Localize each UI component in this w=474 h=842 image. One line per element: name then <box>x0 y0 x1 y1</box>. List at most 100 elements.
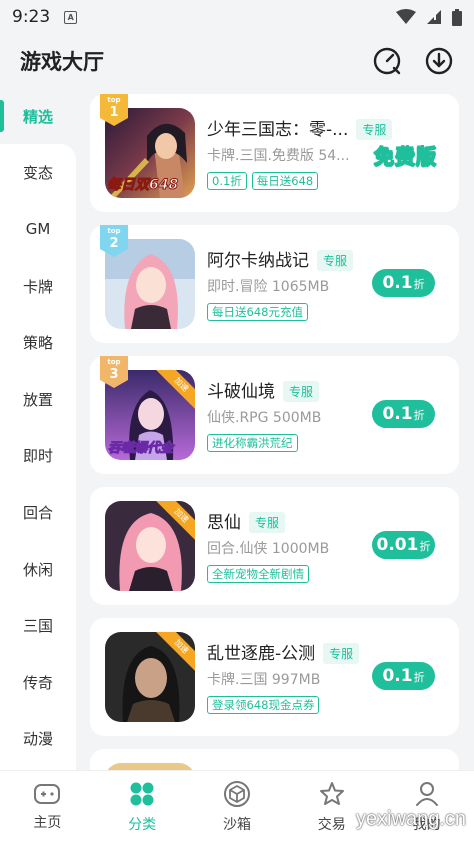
sidebar-item-label: 回合 <box>22 503 53 522</box>
sidebar-item-modded[interactable]: 变态 <box>0 145 76 202</box>
speed-search-icon[interactable] <box>372 46 402 76</box>
star-icon <box>319 781 344 805</box>
status-bar: 9:23 A <box>0 0 474 34</box>
rank-number: 1 <box>109 105 119 120</box>
discount-value: 0.1 <box>382 273 413 293</box>
rank-top-label: top <box>107 96 121 104</box>
sidebar-item-gm[interactable]: GM <box>0 201 76 258</box>
game-title[interactable]: 少年三国志：零-... 专服 <box>207 115 393 141</box>
game-tags: 登录领648现金点券 <box>207 696 320 714</box>
game-card[interactable]: 每日双648 top 1 少年三国志：零-... 专服 卡牌.三国.免费版 54.… <box>90 94 459 212</box>
discount-value: 0.01 <box>376 535 419 555</box>
notification-a-icon: A <box>64 10 78 24</box>
sidebar-item-casual[interactable]: 休闲 <box>0 541 76 598</box>
game-card[interactable]: 吞噬爆代金 加速 top 3 斗破仙境 专服 仙侠.RPG 500MB 进化称霸洪… <box>90 356 459 474</box>
game-tags: 全新宠物全新剧情 <box>207 565 309 583</box>
game-title-text: 少年三国志：零-... <box>207 120 349 140</box>
battery-icon <box>452 8 462 26</box>
game-card[interactable] <box>90 749 459 770</box>
game-cover[interactable]: 加速 <box>105 632 195 722</box>
game-title[interactable]: 思仙 专服 <box>207 508 286 534</box>
game-tags: 每日送648元充值 <box>207 303 308 321</box>
sidebar-item-label: GM <box>25 220 51 239</box>
sidebar-item-idle[interactable]: 放置 <box>0 371 76 428</box>
sidebar-item-three-kingdoms[interactable]: 三国 <box>0 597 76 654</box>
sidebar-item-label: 动漫 <box>22 730 53 749</box>
download-icon[interactable] <box>424 46 454 76</box>
game-title-text: 阿尔卡纳战记 <box>207 251 309 271</box>
sidebar-item-featured[interactable]: 精选 <box>0 88 76 145</box>
game-cover[interactable] <box>105 763 195 770</box>
game-cover[interactable]: 加速 <box>105 501 195 591</box>
discount-unit: 折 <box>413 409 425 422</box>
game-meta: 卡牌.三国 997MB <box>207 672 321 688</box>
game-tags: 进化称霸洪荒纪 <box>207 434 298 452</box>
sidebar-item-realtime[interactable]: 即时 <box>0 428 76 485</box>
server-badge: 专服 <box>249 511 286 533</box>
game-tag: 每日送648元充值 <box>207 303 308 321</box>
game-title-text: 斗破仙境 <box>207 382 275 402</box>
game-meta: 即时.冒险 1065MB <box>207 279 330 295</box>
nav-sandbox[interactable]: 沙箱 <box>190 771 285 842</box>
game-tags: 0.1折 每日送648 <box>207 172 319 190</box>
nav-label: 沙箱 <box>222 816 251 833</box>
wifi-icon <box>396 9 416 24</box>
game-title[interactable]: 阿尔卡纳战记 专服 <box>207 246 354 272</box>
sidebar-item-strategy[interactable]: 策略 <box>0 314 76 371</box>
game-tag: 每日送648 <box>251 172 319 190</box>
discount-button[interactable]: 0.1 折 <box>372 400 435 428</box>
discount-unit: 折 <box>413 671 425 684</box>
game-card[interactable]: 加速 乱世逐鹿-公测 专服 卡牌.三国 997MB 登录领648现金点券 0.1 折 <box>90 618 459 736</box>
server-badge: 专服 <box>317 249 354 271</box>
discount-button[interactable]: 0.01 折 <box>372 531 435 559</box>
signal-icon <box>427 10 441 24</box>
server-badge: 专服 <box>323 642 360 664</box>
watermark: yexiwang.cn <box>355 808 466 830</box>
header: 游戏大厅 <box>0 34 474 88</box>
game-tag: 进化称霸洪荒纪 <box>207 434 298 452</box>
sidebar-item-label: 变态 <box>22 164 53 183</box>
game-title[interactable]: 乱世逐鹿-公测 专服 <box>207 639 360 665</box>
sidebar-item-label: 即时 <box>22 447 53 466</box>
category-icon <box>130 782 154 805</box>
free-version-button[interactable]: 免费版 <box>373 140 437 169</box>
sidebar-item-label: 传奇 <box>22 673 53 692</box>
discount-button[interactable]: 0.1 折 <box>372 269 435 297</box>
sidebar-item-label: 休闲 <box>22 560 53 579</box>
server-badge: 专服 <box>356 118 393 140</box>
user-icon <box>415 781 438 806</box>
cover-promo-text: 吞噬爆代金 <box>107 441 174 457</box>
sidebar-item-label: 策略 <box>22 334 53 353</box>
game-list[interactable]: 每日双648 top 1 少年三国志：零-... 专服 卡牌.三国.免费版 54.… <box>90 94 460 770</box>
status-icons <box>396 8 462 26</box>
game-meta: 卡牌.三国.免费版 54... <box>207 148 350 164</box>
nav-label: 分类 <box>128 816 157 833</box>
category-sidebar: 精选 变态 GM 卡牌 策略 放置 即时 回合 休闲 三国 传奇 动漫 <box>0 88 76 770</box>
sidebar-item-legend[interactable]: 传奇 <box>0 654 76 711</box>
status-time: 9:23 <box>12 7 51 27</box>
sidebar-item-anime[interactable]: 动漫 <box>0 711 76 768</box>
nav-trade[interactable]: 交易 <box>284 771 379 842</box>
server-badge: 专服 <box>283 380 320 402</box>
page-title: 游戏大厅 <box>20 50 104 74</box>
game-card[interactable]: top 2 阿尔卡纳战记 专服 即时.冒险 1065MB 每日送648元充值 0.… <box>90 225 459 343</box>
rank-top-label: top <box>107 227 121 235</box>
game-meta: 仙侠.RPG 500MB <box>207 410 322 426</box>
nav-label: 交易 <box>317 816 346 833</box>
discount-button[interactable]: 0.1 折 <box>372 662 435 690</box>
nav-home[interactable]: 主页 <box>0 771 95 842</box>
nav-label: 主页 <box>33 814 62 831</box>
rank-number: 2 <box>109 236 119 251</box>
game-tag: 全新宠物全新剧情 <box>207 565 309 583</box>
game-title[interactable]: 斗破仙境 专服 <box>207 377 320 403</box>
discount-unit: 折 <box>413 278 425 291</box>
sidebar-item-card[interactable]: 卡牌 <box>0 258 76 315</box>
nav-profile[interactable]: 我的 <box>379 771 474 842</box>
sidebar-item-label: 精选 <box>22 107 53 126</box>
sidebar-item-turn-based[interactable]: 回合 <box>0 484 76 541</box>
discount-unit: 折 <box>419 540 431 553</box>
cover-promo-text: 每日双648 <box>106 177 179 194</box>
game-card[interactable]: 加速 思仙 专服 回合.仙侠 1000MB 全新宠物全新剧情 0.01 折 <box>90 487 459 605</box>
sidebar-item-label: 三国 <box>22 617 53 636</box>
nav-category[interactable]: 分类 <box>95 771 190 842</box>
